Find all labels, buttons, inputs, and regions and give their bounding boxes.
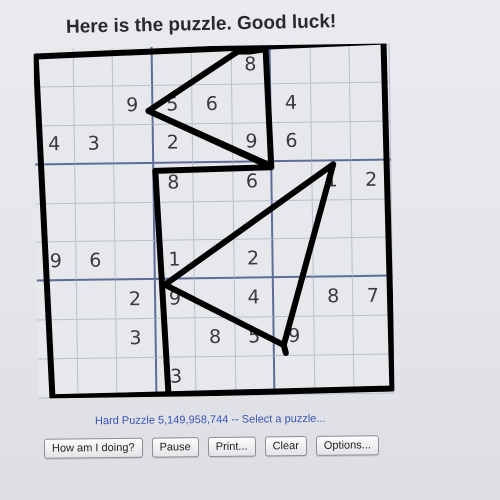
page-heading: Here is the puzzle. Good luck! — [65, 11, 337, 38]
sudoku-cell[interactable] — [37, 320, 78, 360]
sudoku-cell[interactable] — [114, 202, 155, 242]
sudoku-cell[interactable] — [352, 237, 393, 278]
sudoku-cell[interactable]: 9 — [155, 279, 196, 320]
sudoku-cell[interactable] — [273, 239, 314, 279]
sudoku-cell[interactable]: 8 — [313, 277, 354, 317]
sudoku-cell[interactable] — [196, 356, 237, 397]
sudoku-cell[interactable]: 8 — [153, 162, 194, 203]
sudoku-cell[interactable] — [350, 82, 391, 122]
sudoku-cell[interactable] — [113, 124, 154, 165]
sudoku-cell[interactable] — [273, 200, 314, 240]
sudoku-cell[interactable] — [77, 358, 118, 398]
sudoku-board: 8956443296861296122948738593 — [33, 43, 395, 399]
sudoku-cell[interactable] — [73, 47, 114, 87]
sudoku-cell[interactable]: 3 — [74, 125, 115, 165]
sudoku-cell[interactable]: 3 — [116, 319, 157, 359]
sudoku-cell[interactable] — [270, 44, 311, 85]
sudoku-cell[interactable] — [195, 279, 236, 319]
sudoku-cell[interactable] — [115, 241, 156, 281]
button-bar: How am I doing? Pause Print... Clear Opt… — [43, 435, 380, 459]
sudoku-cell[interactable]: 1 — [312, 160, 353, 201]
print-button[interactable]: Print... — [207, 436, 256, 458]
sudoku-cell[interactable] — [35, 164, 76, 205]
sudoku-cell[interactable] — [314, 355, 355, 395]
sudoku-cell[interactable] — [73, 86, 114, 126]
sudoku-cell[interactable] — [310, 82, 352, 123]
sudoku-cell[interactable] — [352, 199, 393, 239]
sudoku-cell[interactable]: 2 — [153, 124, 194, 164]
sudoku-cell[interactable] — [36, 281, 77, 321]
puzzle-caption: Hard Puzzle 5,149,958,744 -- Select a pu… — [95, 413, 326, 427]
sudoku-cell[interactable] — [231, 84, 272, 124]
sudoku-cell[interactable] — [349, 43, 391, 83]
sudoku-cell[interactable] — [233, 200, 274, 241]
sudoku-cell[interactable]: 3 — [156, 357, 197, 397]
sudoku-cell[interactable] — [76, 319, 118, 360]
sudoku-cell[interactable]: 4 — [234, 278, 275, 318]
sudoku-cell[interactable]: 2 — [351, 160, 392, 200]
sudoku-cell[interactable]: 6 — [271, 122, 313, 162]
sudoku-cell[interactable]: 6 — [232, 161, 274, 202]
sudoku-cell[interactable] — [35, 203, 76, 243]
sudoku-cell[interactable] — [34, 86, 75, 127]
sudoku-cell[interactable]: 9 — [274, 316, 315, 357]
sudoku-cell[interactable] — [275, 355, 316, 396]
sudoku-grid: 8956443296861296122948738593 — [33, 43, 395, 399]
sudoku-cell[interactable] — [314, 316, 355, 356]
sudoku-cell[interactable] — [311, 121, 352, 162]
sudoku-cell[interactable] — [193, 162, 234, 202]
sudoku-cell[interactable] — [272, 161, 313, 201]
sudoku-cell[interactable]: 6 — [192, 84, 233, 125]
options-button[interactable]: Options... — [315, 435, 380, 456]
sudoku-cell[interactable] — [37, 359, 79, 399]
sudoku-cell[interactable] — [152, 46, 193, 86]
sudoku-cell[interactable] — [192, 123, 233, 163]
sudoku-cell[interactable]: 9 — [232, 122, 273, 163]
sudoku-cell[interactable] — [354, 354, 395, 395]
sudoku-cell[interactable]: 1 — [154, 240, 196, 281]
sudoku-cell[interactable]: 8 — [195, 317, 236, 358]
sudoku-cell[interactable]: 8 — [231, 45, 272, 85]
sudoku-cell[interactable] — [114, 163, 155, 203]
sudoku-cell[interactable] — [112, 46, 153, 87]
clear-button[interactable]: Clear — [264, 436, 307, 457]
puzzle-label: Hard Puzzle 5,149,958,744 -- — [94, 413, 239, 428]
sudoku-cell[interactable] — [33, 47, 74, 88]
sudoku-cell[interactable] — [154, 201, 195, 242]
sudoku-cell[interactable] — [74, 164, 115, 204]
sudoku-cell[interactable]: 6 — [75, 241, 116, 282]
sudoku-cell[interactable]: 5 — [235, 317, 276, 357]
sudoku-cell[interactable] — [312, 199, 353, 240]
select-puzzle-link[interactable]: Select a puzzle... — [242, 413, 326, 426]
sudoku-cell[interactable] — [313, 238, 354, 278]
sudoku-cell[interactable] — [191, 45, 232, 86]
pause-button[interactable]: Pause — [151, 437, 199, 458]
sudoku-cell[interactable] — [76, 280, 117, 321]
sudoku-cell[interactable] — [310, 44, 351, 84]
sudoku-cell[interactable] — [235, 356, 276, 396]
sudoku-cell[interactable] — [156, 318, 197, 358]
sudoku-cell[interactable] — [194, 240, 235, 280]
sudoku-cell[interactable]: 2 — [115, 280, 157, 320]
sudoku-cell[interactable] — [274, 277, 315, 318]
sudoku-cell[interactable]: 4 — [34, 125, 75, 166]
sudoku-cell[interactable] — [353, 315, 394, 356]
sudoku-cell[interactable]: 5 — [152, 85, 193, 125]
sudoku-cell[interactable] — [117, 357, 158, 398]
sudoku-cell[interactable] — [75, 202, 116, 243]
how-am-i-doing-button[interactable]: How am I doing? — [43, 437, 143, 459]
sudoku-cell[interactable]: 4 — [271, 83, 312, 123]
sudoku-cell[interactable]: 2 — [234, 239, 275, 280]
sudoku-cell[interactable]: 7 — [353, 276, 394, 317]
sudoku-cell[interactable] — [193, 201, 235, 241]
sudoku-cell[interactable]: 9 — [113, 85, 154, 126]
sudoku-cell[interactable]: 9 — [36, 242, 77, 282]
sudoku-cell[interactable] — [351, 121, 392, 161]
